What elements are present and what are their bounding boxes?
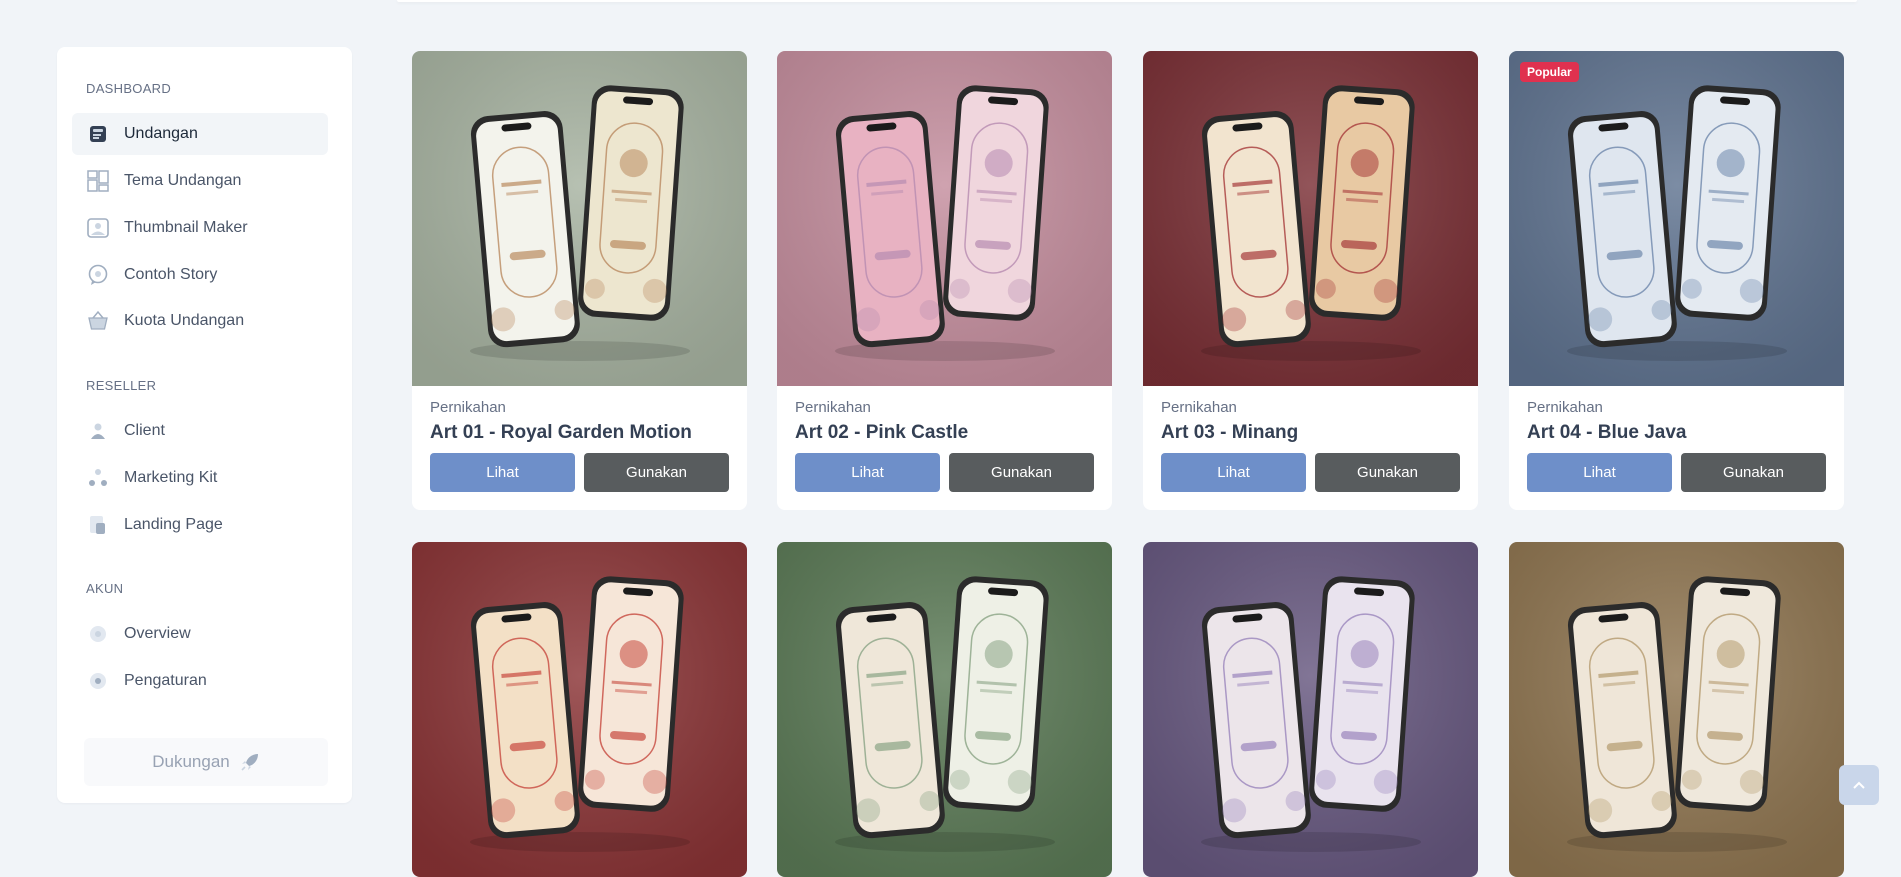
settings-icon [87, 670, 109, 692]
sidebar-item-label: Thumbnail Maker [124, 219, 248, 236]
sidebar-item-label: Undangan [124, 125, 198, 142]
sidebar-item-label: Tema Undangan [124, 172, 242, 189]
template-thumbnail[interactable] [412, 542, 747, 877]
template-card: Pernikahan Art 02 - Pink Castle Lihat Gu… [777, 51, 1112, 510]
image-icon [87, 217, 109, 239]
sidebar-item-label: Pengaturan [124, 672, 207, 689]
sidebar-item-tema-undangan[interactable]: Tema Undangan [72, 160, 328, 202]
template-preview-image [777, 51, 1112, 386]
template-category: Pernikahan [1161, 399, 1237, 416]
sidebar-item-thumbnail-maker[interactable]: Thumbnail Maker [72, 207, 328, 249]
template-thumbnail[interactable] [777, 51, 1112, 386]
template-card: Pernikahan Art 03 - Minang Lihat Gunakan [1143, 51, 1478, 510]
sidebar-item-marketing-kit[interactable]: Marketing Kit [72, 457, 328, 499]
sidebar-item-kuota-undangan[interactable]: Kuota Undangan [72, 300, 328, 342]
scroll-to-top-button[interactable] [1839, 765, 1879, 805]
view-button[interactable]: Lihat [1527, 453, 1672, 492]
template-preview-image [777, 542, 1112, 877]
top-header-bar [397, 0, 1857, 2]
sidebar-item-label: Contoh Story [124, 266, 218, 283]
sidebar-item-undangan[interactable]: Undangan [72, 113, 328, 155]
template-thumbnail[interactable] [1143, 542, 1478, 877]
rocket-icon [240, 752, 260, 772]
view-button[interactable]: Lihat [795, 453, 940, 492]
sidebar-item-client[interactable]: Client [72, 410, 328, 452]
template-category: Pernikahan [795, 399, 871, 416]
popular-badge: Popular [1520, 62, 1579, 82]
template-thumbnail[interactable] [777, 542, 1112, 877]
template-thumbnail[interactable]: Popular [1509, 51, 1844, 386]
chevron-up-icon [1853, 781, 1865, 789]
overview-icon [87, 623, 109, 645]
sidebar-item-label: Client [124, 422, 165, 439]
view-button[interactable]: Lihat [1161, 453, 1306, 492]
template-title: Art 03 - Minang [1161, 422, 1299, 443]
template-preview-image [1143, 542, 1478, 877]
basket-icon [87, 310, 109, 332]
template-thumbnail[interactable] [412, 51, 747, 386]
template-card [412, 542, 747, 877]
template-card [777, 542, 1112, 877]
grid-icon [87, 170, 109, 192]
use-button[interactable]: Gunakan [1315, 453, 1460, 492]
support-label: Dukungan [152, 752, 230, 771]
template-category: Pernikahan [1527, 399, 1603, 416]
section-label-reseller: RESELLER [86, 378, 157, 393]
sidebar-item-pengaturan[interactable]: Pengaturan [72, 660, 328, 702]
template-title: Art 02 - Pink Castle [795, 422, 969, 443]
template-preview-image [412, 542, 747, 877]
template-card: Popular Pernikahan Art 04 - Blue Java Li… [1509, 51, 1844, 510]
template-card [1143, 542, 1478, 877]
sidebar-item-label: Marketing Kit [124, 469, 218, 486]
template-preview-image [412, 51, 747, 386]
use-button[interactable]: Gunakan [584, 453, 729, 492]
use-button[interactable]: Gunakan [949, 453, 1094, 492]
sidebar-item-label: Kuota Undangan [124, 312, 245, 329]
template-card [1509, 542, 1844, 877]
sidebar-item-landing-page[interactable]: Landing Page [72, 504, 328, 546]
template-preview-image [1509, 542, 1844, 877]
sidebar-item-label: Overview [124, 625, 191, 642]
chat-bubble-icon [87, 264, 109, 286]
template-title: Art 04 - Blue Java [1527, 422, 1687, 443]
template-preview-image [1509, 51, 1844, 386]
template-thumbnail[interactable] [1509, 542, 1844, 877]
template-title: Art 01 - Royal Garden Motion [430, 422, 692, 443]
sidebar-item-overview[interactable]: Overview [72, 613, 328, 655]
invitation-icon [87, 123, 109, 145]
sidebar-item-contoh-story[interactable]: Contoh Story [72, 254, 328, 296]
nodes-icon [87, 467, 109, 489]
section-label-akun: AKUN [86, 581, 124, 596]
support-button[interactable]: Dukungan [84, 738, 328, 786]
view-button[interactable]: Lihat [430, 453, 575, 492]
template-thumbnail[interactable] [1143, 51, 1478, 386]
use-button[interactable]: Gunakan [1681, 453, 1826, 492]
template-category: Pernikahan [430, 399, 506, 416]
template-card: Pernikahan Art 01 - Royal Garden Motion … [412, 51, 747, 510]
page-icon [87, 514, 109, 536]
section-label-dashboard: DASHBOARD [86, 81, 172, 96]
sidebar: DASHBOARD Undangan Tema Undangan Thumbna… [57, 47, 352, 803]
sidebar-item-label: Landing Page [124, 516, 223, 533]
user-icon [87, 420, 109, 442]
template-preview-image [1143, 51, 1478, 386]
